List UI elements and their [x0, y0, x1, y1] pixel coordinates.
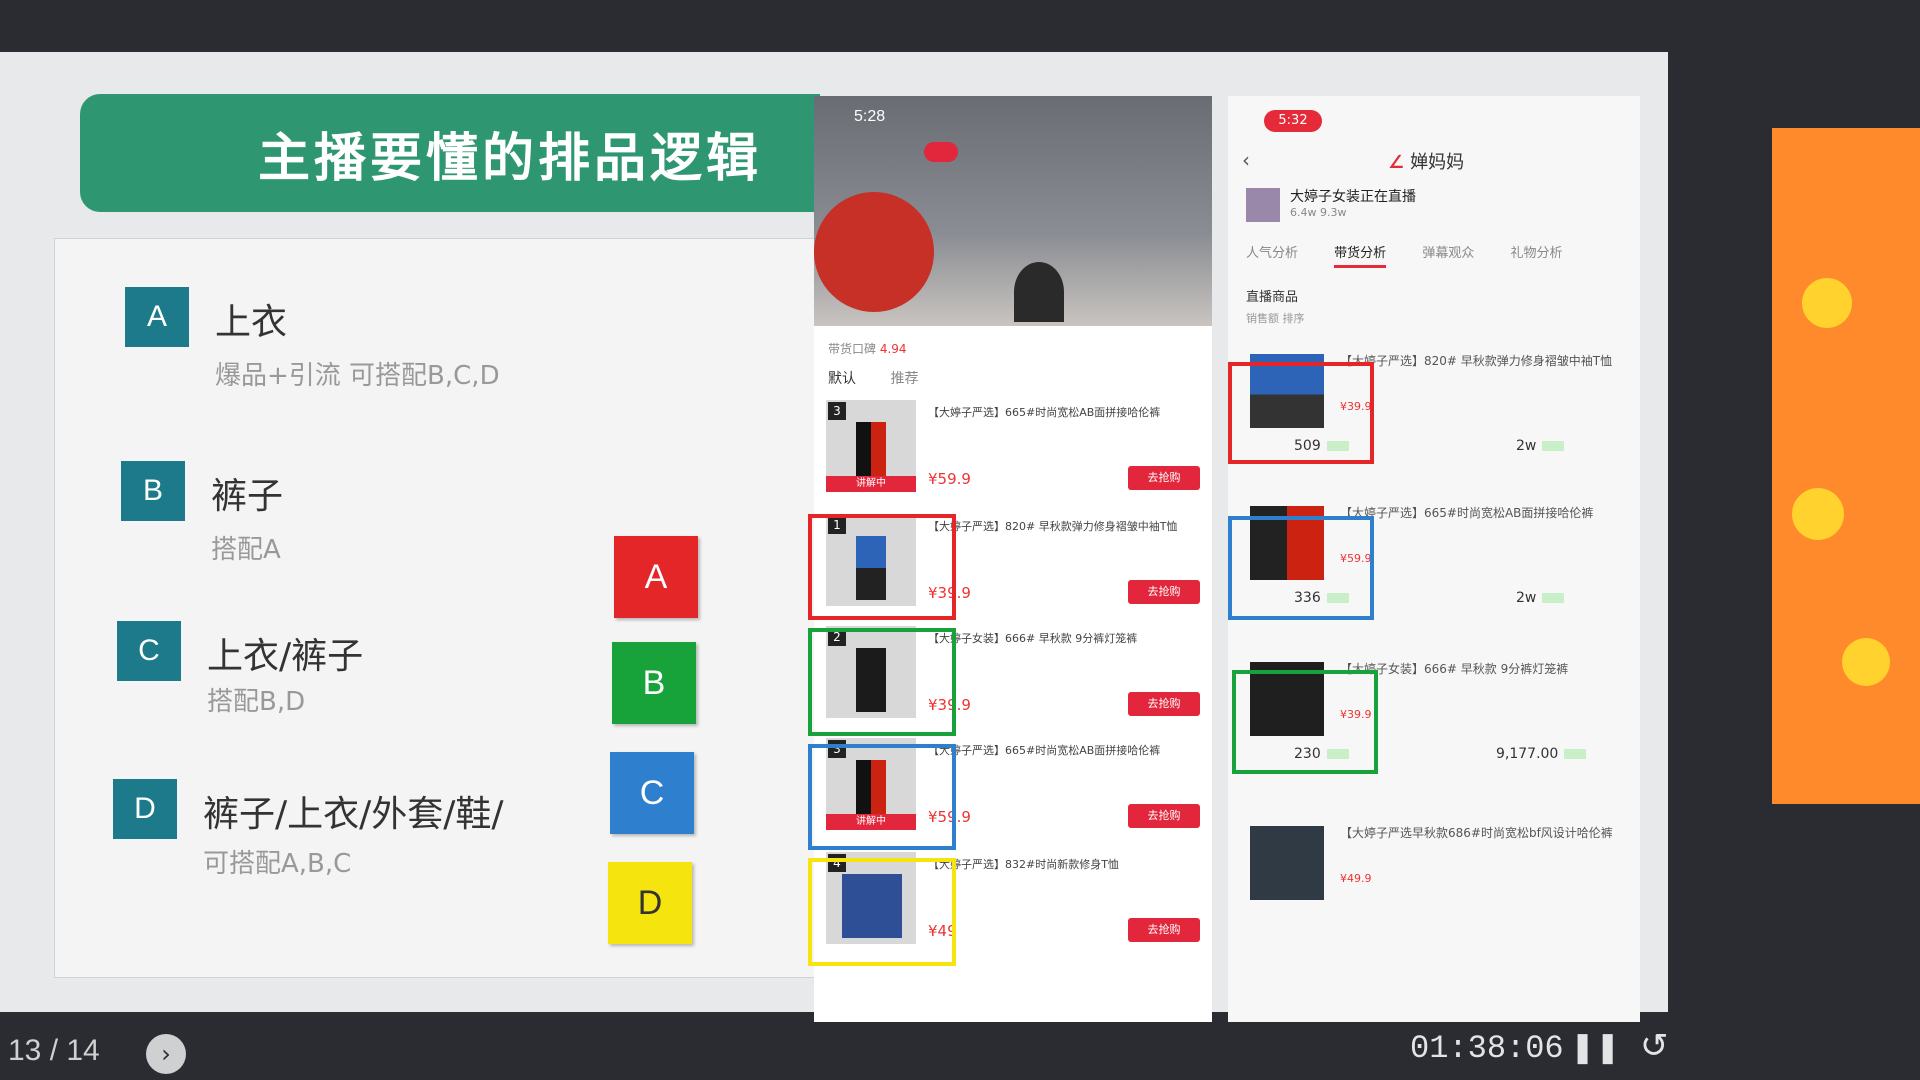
badge-a: A	[125, 287, 189, 347]
item-sub-c: 搭配B,D	[207, 687, 306, 717]
legend-a: A	[614, 536, 698, 618]
highlight-box-blue-2	[1228, 516, 1374, 620]
status-time: 5:32	[1264, 110, 1322, 132]
badge-d: D	[113, 779, 177, 839]
next-slide-button[interactable]: ›	[146, 1034, 186, 1074]
item-thumb	[1250, 826, 1324, 900]
buy-button[interactable]: 去抢购	[1128, 580, 1200, 604]
page-indicator: 13 / 14	[8, 1034, 100, 1067]
badge-c: C	[117, 621, 181, 681]
slide-title: 主播要懂的排品逻辑	[257, 128, 762, 189]
buy-button[interactable]: 去抢购	[1128, 918, 1200, 942]
item-name: 【大婷子严选早秋款686#时尚宽松bf风设计哈伦裤	[1340, 826, 1613, 840]
host-figure	[1014, 262, 1064, 322]
item-amount: 2w	[1516, 590, 1565, 606]
sheet-header: 带货口碑 4.94	[828, 340, 907, 357]
shop-name: 大婷子女装正在直播	[1290, 189, 1416, 205]
slide-title-bar: 主播要懂的排品逻辑	[80, 94, 820, 212]
content-panel: A 上衣 爆品+引流 可搭配B,C,D B 裤子 搭配A C 上衣/裤子 搭配B…	[54, 238, 816, 978]
item-amount: 2w	[1516, 438, 1565, 454]
highlight-box-red	[808, 514, 956, 620]
item-sub-b: 搭配A	[211, 535, 281, 565]
item-name: 【大婷子严选】665#时尚宽松AB面拼接哈伦裤	[1340, 506, 1594, 520]
badge-b: B	[121, 461, 185, 521]
item-price: ¥49.9	[1340, 872, 1372, 885]
product-row[interactable]: 3 讲解中 【大婷子严选】665#时尚宽松AB面拼接哈伦裤 ¥59.9 去抢购	[814, 394, 1212, 502]
highlight-box-green-2	[1232, 670, 1378, 774]
app-name: 婵妈妈	[1410, 152, 1465, 173]
decor-dot	[1842, 638, 1890, 686]
sheet-tabs: 默认 推荐	[828, 368, 948, 388]
tab-gifts[interactable]: 礼物分析	[1510, 246, 1562, 261]
highlight-box-green	[808, 628, 956, 736]
tab-sales-analysis[interactable]: 带货分析	[1334, 246, 1387, 268]
shop-avatar	[1246, 188, 1280, 222]
tab-danmaku[interactable]: 弹幕观众	[1422, 246, 1474, 261]
pause-icon[interactable]: ❚❚	[1570, 1030, 1620, 1065]
rank-badge: 3	[828, 402, 846, 420]
product-name: 【大婷子严选】820# 早秋款弹力修身褶皱中袖T恤	[928, 520, 1178, 533]
back-arrow-icon[interactable]: ‹	[1242, 148, 1250, 172]
shop-stats: 6.4w 9.3w	[1290, 206, 1347, 219]
live-banner-image	[814, 192, 934, 312]
legend-d: D	[608, 862, 692, 944]
item-title-a: 上衣	[215, 302, 288, 343]
item-amount-value: 2w	[1516, 590, 1537, 606]
tab-popularity[interactable]: 人气分析	[1246, 246, 1298, 261]
item-title-d: 裤子/上衣/外套/鞋/	[203, 794, 504, 835]
app-header: ∠ 婵妈妈	[1388, 148, 1464, 174]
follow-button[interactable]	[924, 142, 958, 162]
product-name: 【大婷子严选】665#时尚宽松AB面拼接哈伦裤	[928, 744, 1161, 757]
item-title-c: 上衣/裤子	[207, 636, 364, 677]
product-price: ¥59.9	[928, 470, 971, 488]
highlight-box-yellow	[808, 858, 956, 966]
item-title-b: 裤子	[211, 476, 284, 517]
highlight-box-blue	[808, 744, 956, 850]
item-sub-d: 可搭配A,B,C	[203, 849, 352, 879]
item-amount-value: 2w	[1516, 438, 1537, 454]
decor-dot	[1792, 488, 1844, 540]
product-name: 【大婷子严选】665#时尚宽松AB面拼接哈伦裤	[928, 406, 1161, 419]
item-sub-a: 爆品+引流 可搭配B,C,D	[215, 361, 500, 391]
sheet-header-label: 带货口碑	[828, 342, 877, 356]
buy-button[interactable]: 去抢购	[1128, 692, 1200, 716]
item-amount-value: 9,177.00	[1496, 746, 1559, 762]
buy-button[interactable]: 去抢购	[1128, 466, 1200, 490]
presentation-slide: 主播要懂的排品逻辑 A 上衣 爆品+引流 可搭配B,C,D B 裤子 搭配A C…	[0, 52, 1668, 1022]
elapsed-timer: 01:38:06	[1410, 1030, 1564, 1067]
next-slide-preview	[1772, 128, 1920, 804]
live-video-area: 5:28	[814, 96, 1212, 326]
product-thumb: 3 讲解中	[826, 400, 916, 492]
status-time: 5:28	[854, 108, 886, 125]
legend-c: C	[610, 752, 694, 834]
analytics-tabs: 人气分析 带货分析 弹幕观众 礼物分析	[1246, 242, 1594, 268]
product-name: 【大婷子女装】666# 早秋款 9分裤灯笼裤	[928, 632, 1138, 645]
tab-recommend[interactable]: 推荐	[890, 371, 918, 387]
sheet-header-score: 4.94	[879, 342, 907, 356]
shop-info: 大婷子女装正在直播 6.4w 9.3w	[1246, 184, 1626, 228]
replay-icon[interactable]: ↺	[1640, 1026, 1669, 1066]
tab-default[interactable]: 默认	[828, 371, 856, 387]
highlight-box-red-2	[1228, 362, 1374, 464]
decor-dot	[1802, 278, 1852, 328]
legend-b: B	[612, 642, 696, 724]
item-amount: 9,177.00	[1496, 746, 1587, 762]
player-controls: 13 / 14 › 01:38:06 ❚❚ ↺	[0, 1012, 1920, 1080]
sort-label[interactable]: 销售额 排序	[1246, 310, 1305, 326]
item-name: 【大婷子女装】666# 早秋款 9分裤灯笼裤	[1340, 662, 1569, 676]
app-logo-icon: ∠	[1388, 152, 1405, 173]
explaining-tag: 讲解中	[826, 476, 916, 492]
section-title: 直播商品	[1246, 290, 1299, 305]
product-name: 【大婷子严选】832#时尚新款修身T恤	[928, 858, 1119, 871]
buy-button[interactable]: 去抢购	[1128, 804, 1200, 828]
item-name: 【大婷子严选】820# 早秋款弹力修身褶皱中袖T恤	[1340, 354, 1613, 368]
analytics-item[interactable]: 【大婷子严选早秋款686#时尚宽松bf风设计哈伦裤 ¥49.9	[1228, 806, 1640, 956]
